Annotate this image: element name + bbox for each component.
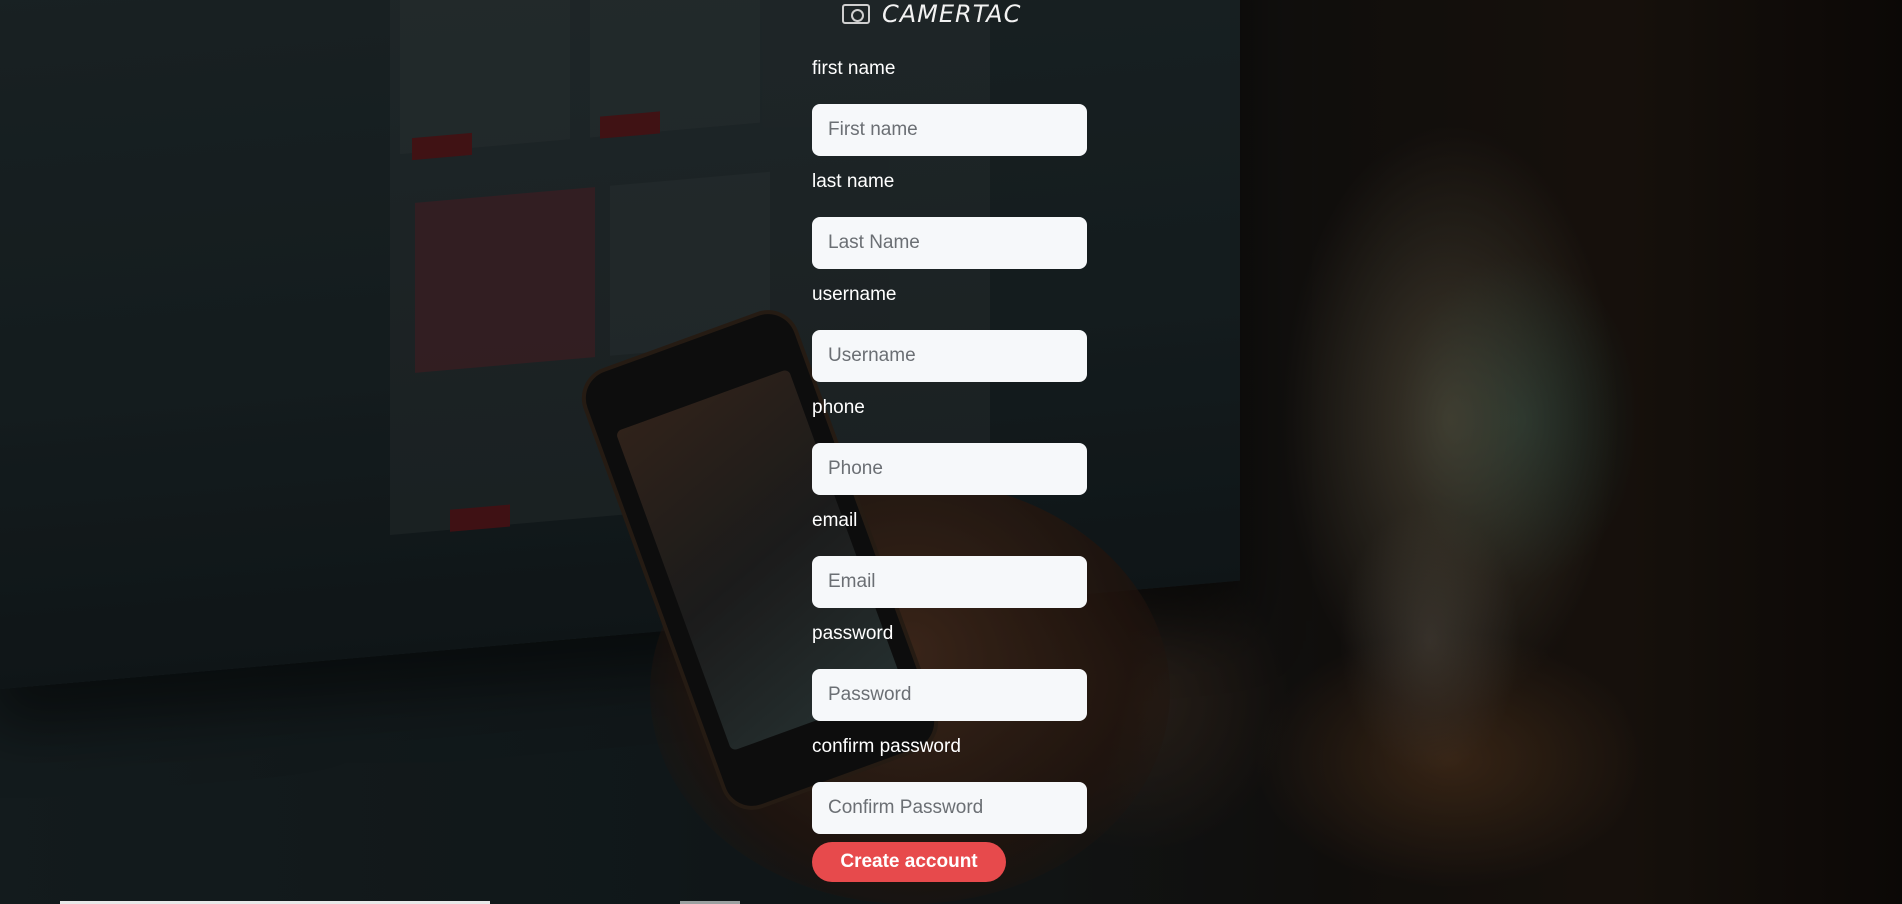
field-confirm-password: confirm password bbox=[812, 730, 1087, 843]
phone-label: phone bbox=[812, 397, 865, 418]
confirm-password-input[interactable] bbox=[812, 782, 1087, 834]
email-input[interactable] bbox=[812, 556, 1087, 608]
field-password: password bbox=[812, 617, 1087, 730]
signup-page: CAMERTAC first name last name username p… bbox=[0, 0, 1902, 904]
password-input[interactable] bbox=[812, 669, 1087, 721]
field-username: username bbox=[812, 278, 1087, 391]
username-label: username bbox=[812, 284, 897, 305]
create-account-button[interactable]: Create account bbox=[812, 842, 1006, 882]
username-input[interactable] bbox=[812, 330, 1087, 382]
brand-name: CAMERTAC bbox=[882, 0, 1022, 28]
first-name-label: first name bbox=[812, 58, 896, 79]
field-last-name: last name bbox=[812, 165, 1087, 278]
password-label: password bbox=[812, 623, 894, 644]
first-name-input[interactable] bbox=[812, 104, 1087, 156]
field-first-name: first name bbox=[812, 52, 1087, 165]
last-name-label: last name bbox=[812, 171, 895, 192]
field-phone: phone bbox=[812, 391, 1087, 504]
camera-icon bbox=[842, 4, 870, 24]
signup-form: first name last name username phone emai… bbox=[812, 52, 1087, 843]
field-email: email bbox=[812, 504, 1087, 617]
phone-input[interactable] bbox=[812, 443, 1087, 495]
confirm-password-label: confirm password bbox=[812, 736, 961, 757]
last-name-input[interactable] bbox=[812, 217, 1087, 269]
email-label: email bbox=[812, 510, 858, 531]
brand-logo[interactable]: CAMERTAC bbox=[842, 0, 1021, 28]
